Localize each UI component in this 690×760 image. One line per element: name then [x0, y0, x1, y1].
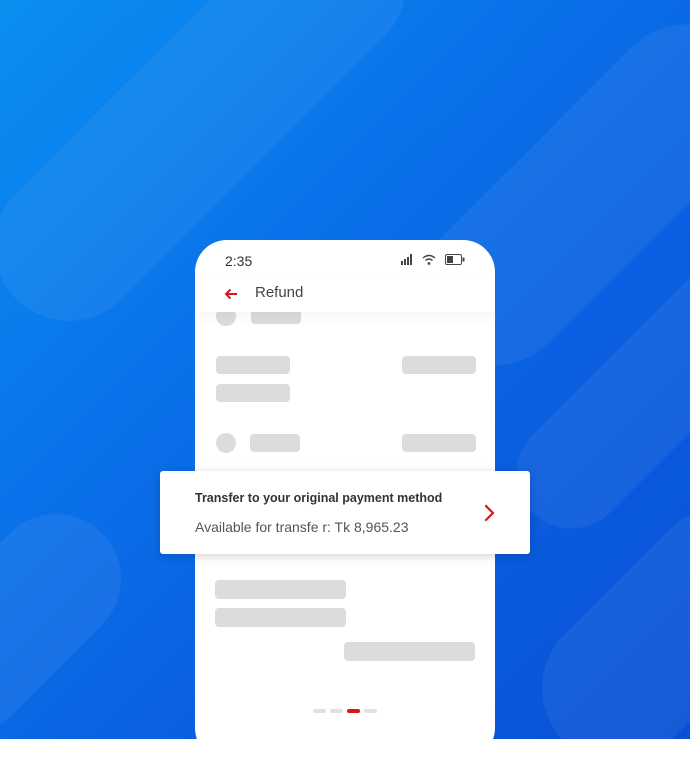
skeleton-line: [250, 434, 300, 452]
status-time: 2:35: [225, 253, 253, 269]
skeleton-line: [215, 580, 346, 599]
pagination-dot[interactable]: [313, 709, 326, 713]
status-bar: 2:35: [195, 240, 495, 282]
pagination-dots: [313, 709, 377, 713]
wifi-icon: [422, 254, 436, 265]
pagination-dot[interactable]: [330, 709, 343, 713]
skeleton-line: [215, 608, 346, 627]
skeleton-line: [402, 434, 476, 452]
signal-icon: [401, 254, 412, 265]
pagination-dot-active[interactable]: [347, 709, 360, 713]
arrow-left-icon[interactable]: [223, 286, 239, 302]
refund-option-subtitle: Available for transfe r: Tk 8,965.23: [195, 519, 409, 535]
chevron-right-icon[interactable]: [484, 504, 496, 522]
skeleton-avatar: [216, 433, 236, 453]
skeleton-line: [402, 356, 476, 374]
refund-option-card[interactable]: Transfer to your original payment method…: [160, 471, 530, 554]
skeleton-line: [216, 384, 290, 402]
skeleton-line: [216, 356, 290, 374]
bg-stripe: [0, 487, 148, 739]
refund-option-title: Transfer to your original payment method: [195, 491, 443, 505]
status-icons: [401, 254, 465, 265]
page-title: Refund: [255, 284, 304, 301]
pagination-dot[interactable]: [364, 709, 377, 713]
skeleton-button: [344, 642, 475, 661]
battery-icon: [445, 254, 465, 265]
app-header: Refund: [195, 278, 495, 312]
